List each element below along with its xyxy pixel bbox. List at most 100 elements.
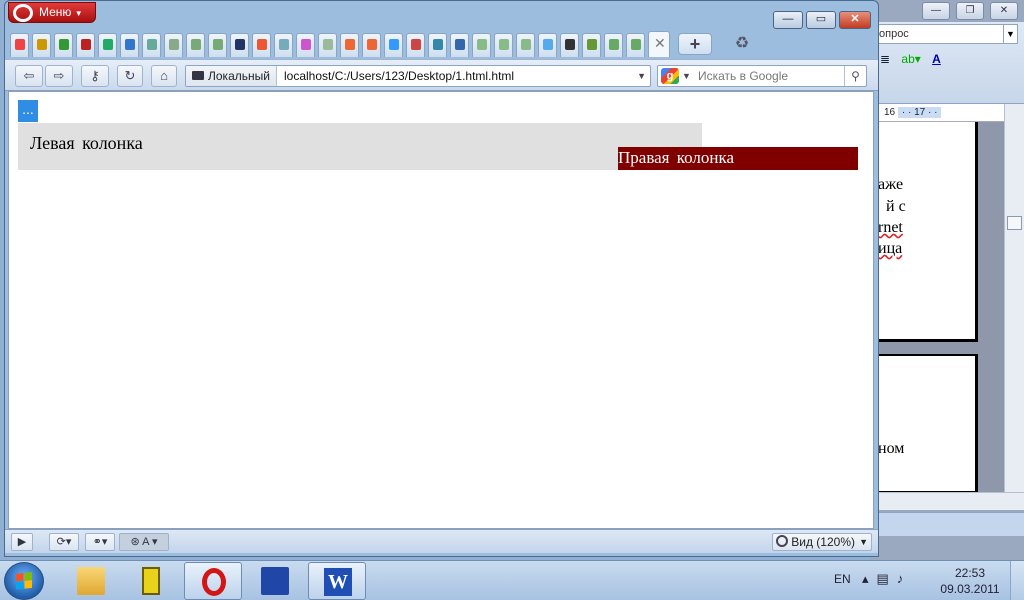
network-icon[interactable]: ▤ [877, 571, 897, 586]
status-bar: ▶ ⟳▾ ⚭▾ ⊛ A ▾ Вид (120%) ▼ [5, 529, 878, 553]
browser-tab[interactable] [472, 33, 491, 57]
close-button[interactable]: ✕ [839, 11, 871, 29]
minimize-button[interactable]: — [773, 11, 803, 29]
highlight-icon[interactable]: ab▾ [901, 52, 920, 66]
browser-tab[interactable] [428, 33, 447, 57]
browser-tab[interactable] [318, 33, 337, 57]
close-button[interactable]: ✕ [990, 2, 1018, 20]
tray-icons[interactable]: ▴▤♪ [862, 571, 911, 587]
zoom-control[interactable]: Вид (120%) ▼ [772, 533, 872, 551]
folder-icon [77, 567, 105, 595]
browser-tab[interactable] [186, 33, 205, 57]
browser-tab[interactable] [516, 33, 535, 57]
browser-tab[interactable] [208, 33, 227, 57]
zoom-icon [776, 535, 789, 547]
favicon-icon [521, 39, 531, 50]
word-taskbar-button[interactable]: W [308, 562, 366, 600]
google-icon[interactable]: g [661, 68, 679, 84]
back-button[interactable]: ⇦ [15, 65, 43, 87]
browser-tab[interactable] [340, 33, 359, 57]
forward-button[interactable]: ⇨ [45, 65, 73, 87]
browser-tab[interactable] [560, 33, 579, 57]
browser-tab[interactable] [296, 33, 315, 57]
restore-button[interactable]: ❐ [956, 2, 984, 20]
chevron-down-icon: ▼ [74, 9, 83, 18]
browser-tab[interactable] [604, 33, 623, 57]
browser-tab[interactable] [274, 33, 293, 57]
favicon-icon [279, 39, 289, 50]
browser-tab[interactable] [450, 33, 469, 57]
browser-tab[interactable] [230, 33, 249, 57]
favicon-icon [389, 39, 399, 50]
search-icon[interactable]: ⚲ [844, 66, 866, 86]
chevron-down-icon[interactable]: ▼ [637, 66, 646, 86]
browser-tab[interactable] [54, 33, 73, 57]
reload-button[interactable]: ↻ [117, 65, 143, 87]
opera-taskbar-button[interactable] [184, 562, 242, 600]
vertical-scrollbar[interactable] [1004, 104, 1024, 492]
save-taskbar-button[interactable] [246, 562, 304, 600]
browser-tab[interactable] [384, 33, 403, 57]
browser-tab[interactable] [538, 33, 557, 57]
browser-tab[interactable] [76, 33, 95, 57]
opera-icon [202, 568, 226, 596]
browser-tab[interactable] [494, 33, 513, 57]
turbo-icon[interactable]: ⊛ A ▾ [119, 533, 169, 551]
font-color-icon[interactable]: A [932, 52, 941, 66]
favicon-icon [103, 39, 113, 50]
language-indicator[interactable]: EN [834, 572, 851, 586]
maximize-button[interactable]: ▭ [806, 11, 836, 29]
browser-tab[interactable] [362, 33, 381, 57]
minimize-button[interactable]: — [922, 2, 950, 20]
search-placeholder[interactable]: Искать в Google [698, 66, 788, 86]
favicon-icon [543, 39, 553, 50]
left-column-text: Левая колонка [30, 133, 143, 153]
url-text[interactable]: localhost/C:/Users/123/Desktop/1.html.ht… [284, 66, 514, 86]
sync-icon[interactable]: ⟳▾ [49, 533, 79, 551]
local-badge[interactable]: Локальный [186, 66, 277, 86]
clock[interactable]: 22:53 09.03.2011 [935, 565, 1005, 597]
panel-toggle-icon[interactable]: ▶ [11, 533, 33, 551]
favicon-icon [169, 39, 179, 50]
unite-icon[interactable]: ⚭▾ [85, 533, 115, 551]
browser-tab[interactable] [98, 33, 117, 57]
horizontal-scrollbar[interactable] [870, 492, 1024, 510]
close-tab-icon[interactable]: ✕ [654, 35, 666, 52]
dots-block: ... [18, 100, 38, 122]
page-content: ... Левая колонка Правая колонка [8, 91, 874, 529]
opera-menu-button[interactable]: Меню ▼ [8, 2, 96, 23]
key-icon[interactable]: ⚷ [81, 65, 109, 87]
app-taskbar-button[interactable] [122, 562, 180, 600]
home-button[interactable]: ⌂ [151, 65, 177, 87]
address-bar[interactable]: Локальный localhost/C:/Users/123/Desktop… [185, 65, 651, 87]
chevron-down-icon[interactable]: ▼ [1004, 24, 1018, 44]
show-desktop-button[interactable] [1010, 561, 1024, 600]
browser-tab[interactable] [582, 33, 601, 57]
browser-tab[interactable] [10, 33, 29, 57]
active-tab[interactable]: ✕ [648, 31, 670, 57]
windows-logo-icon [16, 572, 32, 590]
align-icon[interactable]: ≣ [880, 52, 890, 66]
explorer-taskbar-button[interactable] [62, 562, 120, 600]
trash-icon[interactable]: ♻ [731, 33, 753, 55]
favicon-icon [411, 39, 421, 50]
text-fragment: ица [878, 240, 903, 257]
right-column: Правая колонка [618, 147, 858, 170]
volume-icon[interactable]: ♪ [897, 571, 912, 586]
browser-tab[interactable] [164, 33, 183, 57]
browser-tab[interactable] [406, 33, 425, 57]
scroll-thumb[interactable] [1007, 216, 1022, 230]
browser-tab[interactable] [120, 33, 139, 57]
browser-tab[interactable] [142, 33, 161, 57]
search-field[interactable]: g ▼ Искать в Google ⚲ [657, 65, 867, 87]
left-column: Левая колонка [18, 123, 702, 170]
browser-tab[interactable] [252, 33, 271, 57]
chevron-down-icon[interactable]: ▼ [682, 66, 691, 86]
start-button[interactable] [4, 562, 44, 600]
browser-tab[interactable] [626, 33, 645, 57]
browser-tab[interactable] [32, 33, 51, 57]
computer-icon [192, 71, 204, 80]
ask-question-box[interactable]: опрос [876, 24, 1004, 44]
new-tab-button[interactable]: + [678, 33, 712, 55]
chevron-up-icon[interactable]: ▴ [862, 571, 877, 586]
